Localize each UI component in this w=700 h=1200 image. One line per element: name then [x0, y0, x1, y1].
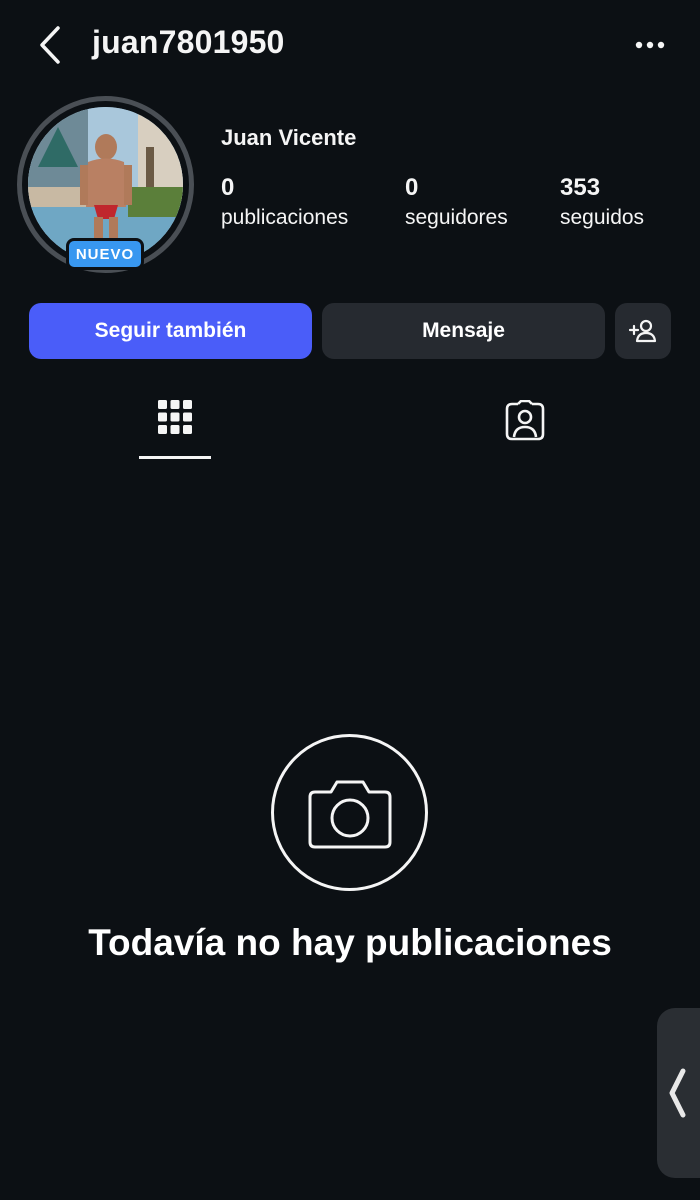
- more-options-button[interactable]: [630, 30, 670, 60]
- empty-state-text: Todavía no hay publicaciones: [88, 922, 612, 963]
- grid-icon: [158, 400, 192, 434]
- chevron-left-icon: [669, 1068, 686, 1118]
- stat-followers-label: seguidores: [405, 206, 508, 229]
- stat-posts-value: 0: [221, 174, 235, 201]
- new-badge: NUEVO: [66, 238, 144, 270]
- stat-following-value: 353: [560, 174, 601, 201]
- message-button[interactable]: Mensaje: [322, 303, 605, 359]
- camera-icon: [308, 780, 391, 848]
- stat-followers-value: 0: [405, 174, 419, 201]
- profile-username: juan7801950: [92, 24, 285, 60]
- top-bar: juan7801950: [0, 0, 700, 90]
- stat-posts[interactable]: 0 publicaciones: [221, 174, 348, 234]
- stat-followers[interactable]: 0 seguidores: [405, 174, 508, 234]
- stat-posts-label: publicaciones: [221, 206, 349, 229]
- display-name: Juan Vicente: [221, 125, 357, 150]
- empty-state-camera: [271, 734, 428, 891]
- profile-page: juan7801950 NUEVO Juan Vicente 0 publica…: [0, 0, 700, 1200]
- back-button[interactable]: [30, 22, 70, 68]
- add-user-icon: [629, 319, 657, 343]
- side-panel-handle[interactable]: [657, 1008, 700, 1178]
- tab-posts-grid[interactable]: [139, 388, 211, 460]
- suggested-users-button[interactable]: [615, 303, 671, 359]
- stat-following[interactable]: 353 seguidos: [560, 174, 644, 234]
- more-horizontal-icon: [635, 41, 665, 49]
- stat-following-label: seguidos: [560, 206, 645, 229]
- tab-tagged[interactable]: [489, 388, 561, 460]
- chevron-left-icon: [40, 26, 60, 64]
- active-tab-indicator: [139, 456, 211, 459]
- tagged-person-icon: [505, 400, 545, 441]
- follow-back-button[interactable]: Seguir también: [29, 303, 312, 359]
